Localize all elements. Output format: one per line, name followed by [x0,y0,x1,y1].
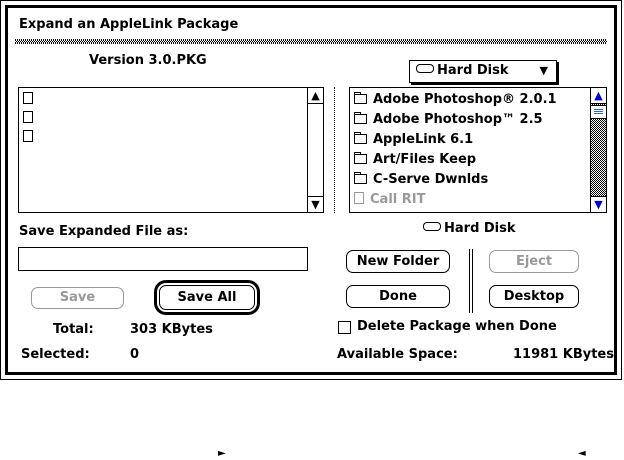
save-as-field[interactable] [18,247,308,271]
button-divider [472,249,473,313]
popup-triangle-icon: ▼ [539,64,548,77]
down-arrow-icon[interactable]: ▼ [308,196,323,212]
list-item[interactable]: Adobe Photoshop™ 2.5 [354,110,543,130]
volume-popup[interactable]: Hard Disk ▼ [409,60,557,83]
doc-icon [23,92,33,104]
delete-package-label: Delete Package when Done [357,319,557,334]
doc-icon [23,111,33,123]
eject-button[interactable]: Eject [489,250,579,273]
list-item[interactable]: Art/Files Keep [354,150,476,170]
list-item[interactable] [23,109,39,129]
package-name: Version 3.0.PKG [89,53,207,68]
left-list-scrollbar[interactable]: ▲ ▼ [307,88,323,212]
new-folder-button[interactable]: New Folder [346,250,450,273]
panel-divider [334,87,335,213]
total-label: Total: [53,322,94,337]
save-all-button[interactable]: Save All [159,285,255,310]
right-pointer-icon: ► [218,448,226,459]
scroll-thumb[interactable] [591,105,606,119]
dialog-title: Expand an AppleLink Package [19,17,239,32]
delete-package-checkbox[interactable] [338,321,351,334]
selected-value: 0 [130,347,140,362]
desktop-button[interactable]: Desktop [489,285,579,308]
title-separator [15,39,607,44]
folder-icon [354,152,367,164]
total-value: 303 KBytes [130,322,213,337]
list-item: Call RIT [354,190,425,210]
list-item[interactable]: Adobe Photoshop® 2.0.1 [354,90,557,110]
doc-icon [23,130,33,142]
folder-icon [354,172,367,184]
left-pointer-icon: ◄ [578,448,586,459]
disk-icon [416,64,434,73]
up-arrow-icon[interactable]: ▲ [591,88,606,104]
folder-list[interactable]: Adobe Photoshop® 2.0.1 Adobe Photoshop™ … [349,87,607,213]
doc-icon [354,192,364,204]
up-arrow-icon[interactable]: ▲ [308,88,323,104]
button-divider [469,249,470,313]
volume-label: Hard Disk [423,221,516,237]
save-button[interactable]: Save [31,287,124,309]
folder-icon [354,112,367,124]
down-arrow-icon[interactable]: ▼ [591,196,606,212]
list-item[interactable] [23,128,39,148]
selected-label: Selected: [21,347,90,362]
package-contents-list[interactable]: ▲ ▼ [18,87,324,213]
available-space-value: 11981 KBytes [513,347,614,362]
folder-icon [354,132,367,144]
list-item[interactable] [23,90,39,110]
disk-icon [423,222,441,231]
folder-icon [354,92,367,104]
list-item[interactable]: AppleLink 6.1 [354,130,473,150]
folder-list-scrollbar[interactable]: ▲ ▼ [590,88,606,212]
expand-package-dialog: Expand an AppleLink Package Version 3.0.… [0,0,622,380]
save-as-label: Save Expanded File as: [19,224,189,239]
list-item[interactable]: C-Serve Dwnlds [354,170,488,190]
available-space-label: Available Space: [337,347,458,362]
done-button[interactable]: Done [346,285,450,308]
